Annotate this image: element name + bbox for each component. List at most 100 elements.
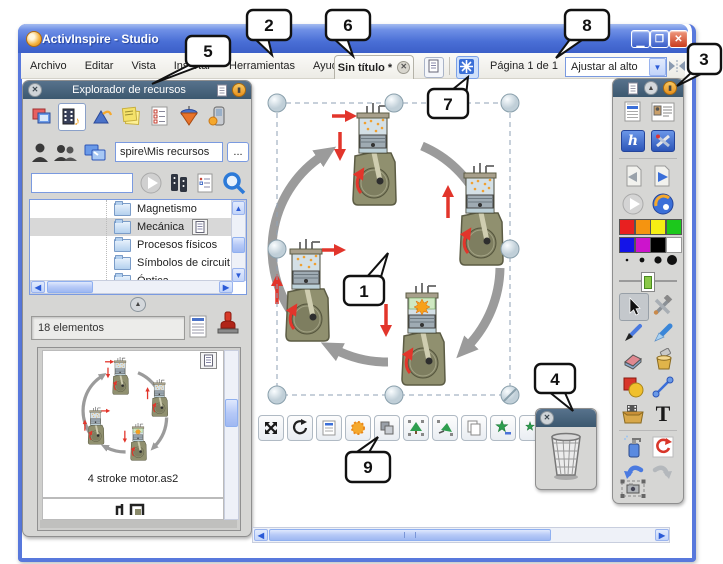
blocks-icon[interactable]: [169, 172, 189, 194]
media-resources-icon[interactable]: ♪: [58, 103, 86, 131]
pen-tool-button[interactable]: [619, 320, 647, 346]
scroll-down-icon[interactable]: ▼: [232, 268, 245, 282]
menu-archivo[interactable]: Archivo: [21, 57, 76, 75]
resource-browser-close-icon[interactable]: ✕: [28, 83, 42, 97]
send-backward-button[interactable]: [432, 415, 458, 441]
menu-insertar[interactable]: Insertar: [165, 57, 220, 75]
pin-icon[interactable]: ▮: [232, 83, 246, 97]
clear-page-button[interactable]: [619, 434, 647, 460]
tree-item-procesos-fisicos[interactable]: Procesos físicos: [30, 236, 246, 254]
page-menu-button[interactable]: [424, 57, 444, 78]
eraser-tool-button[interactable]: [619, 347, 647, 373]
scroll-left-icon[interactable]: ◀: [31, 281, 45, 293]
width-slider[interactable]: [619, 271, 677, 291]
tree-item-mecanica-selected[interactable]: Mecánica: [30, 218, 246, 236]
insert-media-button[interactable]: [619, 401, 647, 427]
tree-vscroll-thumb[interactable]: [232, 237, 245, 253]
preview-vertical-scrollbar[interactable]: [224, 350, 239, 520]
trash-palette-header[interactable]: ✕: [536, 409, 596, 427]
profile-button[interactable]: [649, 99, 677, 125]
rotate-button[interactable]: [287, 415, 313, 441]
canvas-horizontal-scrollbar[interactable]: ◀ ▶: [252, 527, 670, 543]
tree-horizontal-scrollbar[interactable]: ◀ ▶: [30, 280, 232, 294]
close-button[interactable]: ✕: [669, 30, 688, 48]
toolbox-header[interactable]: ▲ ▮: [613, 79, 683, 97]
scroll-right-icon[interactable]: ▶: [655, 529, 669, 541]
document-badge-icon[interactable]: [192, 219, 208, 235]
person-resources-icon[interactable]: [31, 141, 49, 163]
images-resources-icon[interactable]: [29, 103, 55, 129]
resource-browser-header[interactable]: ✕ Explorador de recursos ▮: [23, 81, 251, 99]
tab-close-icon[interactable]: ✕: [397, 61, 410, 74]
tree-hscroll-thumb[interactable]: [47, 281, 93, 293]
tree-item-simbolos[interactable]: Símbolos de circuit: [30, 254, 246, 272]
details-list-icon[interactable]: [195, 172, 215, 194]
connector-tool-button[interactable]: [649, 374, 677, 400]
canvas-hscroll-thumb[interactable]: [269, 529, 551, 541]
select-tool-button[interactable]: [619, 293, 649, 321]
maximize-button[interactable]: ❐: [650, 30, 669, 48]
color-magenta[interactable]: [635, 237, 651, 253]
device-resources-icon[interactable]: [205, 103, 231, 129]
resource-item-selected[interactable]: 4 stroke motor.as2: [42, 350, 224, 498]
search-icon[interactable]: [221, 170, 247, 196]
title-bar[interactable]: ActivInspire - Studio: [18, 24, 688, 53]
camera-button[interactable]: [619, 475, 647, 501]
scroll-up-icon[interactable]: ▲: [232, 201, 245, 215]
color-black[interactable]: [650, 237, 666, 253]
menu-herramientas[interactable]: Herramientas: [220, 57, 304, 75]
grouped-button[interactable]: [374, 415, 400, 441]
minimize-button[interactable]: ▁: [631, 30, 650, 48]
collapse-section-button[interactable]: ▲: [130, 297, 146, 312]
activity-resources-icon[interactable]: [176, 103, 202, 129]
resource-path-field[interactable]: spire\Mis recursos: [115, 142, 223, 162]
play-button[interactable]: [619, 191, 647, 217]
pen-width-options[interactable]: [619, 253, 677, 267]
preview-vscroll-thumb[interactable]: [225, 399, 238, 427]
search-input[interactable]: [31, 173, 133, 193]
main-menu-button[interactable]: [619, 99, 647, 125]
computer-resources-icon[interactable]: [83, 141, 111, 163]
bring-forward-button[interactable]: [403, 415, 429, 441]
color-red[interactable]: [619, 219, 635, 235]
translucency-button[interactable]: [345, 415, 371, 441]
notes-resources-icon[interactable]: [118, 103, 144, 129]
shared-resources-icon[interactable]: [53, 141, 79, 163]
desktop-tools-palette-button[interactable]: [649, 128, 677, 154]
reset-page-button[interactable]: [649, 434, 677, 460]
shapes-tool-button[interactable]: [619, 374, 647, 400]
scroll-right-icon[interactable]: ▶: [219, 281, 233, 293]
tree-vertical-scrollbar[interactable]: ▲ ▼: [231, 200, 246, 281]
fill-tool-button[interactable]: [649, 347, 677, 373]
stamp-icon[interactable]: [215, 311, 241, 339]
collapse-panels-button[interactable]: [668, 58, 686, 74]
document-icon[interactable]: [216, 84, 228, 97]
page-zoom-select[interactable]: Ajustar al alto ▼: [565, 57, 667, 77]
object-menu-button[interactable]: [316, 415, 342, 441]
annotate-desktop-button[interactable]: h: [619, 128, 647, 154]
tree-item-magnetismo[interactable]: Magnetismo: [30, 200, 246, 218]
text-tool-button[interactable]: T: [649, 401, 677, 427]
chevron-down-icon[interactable]: ▼: [649, 58, 666, 76]
desktop-tools-button[interactable]: [456, 56, 479, 79]
color-yellow[interactable]: [650, 219, 666, 235]
trash-bin[interactable]: [536, 427, 596, 485]
trash-close-icon[interactable]: ✕: [540, 411, 554, 425]
menu-vista[interactable]: Vista: [122, 57, 164, 75]
shapes-resources-icon[interactable]: [89, 103, 115, 129]
document-tab[interactable]: Sin título * ✕: [334, 55, 414, 79]
play-button[interactable]: [139, 171, 163, 195]
pin-icon[interactable]: ▮: [663, 81, 677, 95]
highlighter-tool-button[interactable]: [649, 320, 677, 346]
document-badge-icon[interactable]: [200, 352, 217, 369]
redo-button[interactable]: [649, 460, 677, 486]
color-white[interactable]: [666, 237, 682, 253]
reset-button[interactable]: [649, 191, 677, 217]
view-list-icon[interactable]: [187, 314, 209, 340]
scroll-left-icon[interactable]: ◀: [254, 529, 268, 541]
roll-up-icon[interactable]: ▲: [644, 81, 658, 95]
document-icon[interactable]: [627, 82, 639, 95]
tools-menu-button[interactable]: [649, 293, 677, 319]
color-orange[interactable]: [635, 219, 651, 235]
slider-handle[interactable]: [641, 272, 655, 292]
